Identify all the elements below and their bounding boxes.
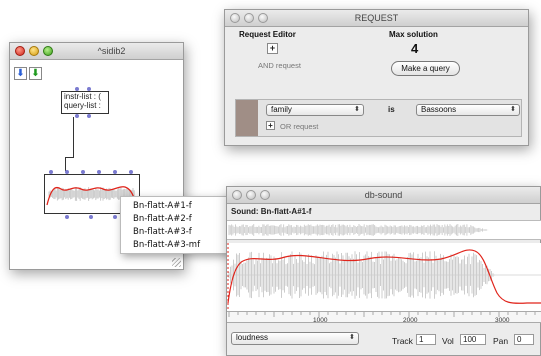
ruler-tick-label: 1000 bbox=[313, 317, 328, 324]
field-select-value: family bbox=[271, 105, 292, 114]
max-solution-label: Max solution bbox=[389, 30, 438, 39]
popup-item[interactable]: Bn-flatt-A#3-mf bbox=[133, 239, 231, 252]
make-query-button[interactable]: Make a query bbox=[391, 61, 460, 76]
field-select[interactable]: family ⬍ bbox=[266, 104, 364, 116]
overview-waveform-svg bbox=[228, 224, 489, 236]
value-select[interactable]: Bassoons ⬍ bbox=[416, 104, 520, 116]
connection-line bbox=[73, 117, 74, 157]
add-and-request-button[interactable]: + bbox=[267, 43, 278, 54]
box-line: instr-list : ( bbox=[64, 92, 101, 101]
operator-label: is bbox=[388, 105, 395, 114]
connection-line bbox=[65, 157, 74, 158]
window-title: REQUEST bbox=[354, 13, 399, 23]
sound-list-popup: Bn-flatt-A#1-f Bn-flatt-A#2-f Bn-flatt-A… bbox=[120, 196, 232, 254]
ruler-tick-label: 2000 bbox=[403, 317, 418, 324]
max-solution-value[interactable]: 4 bbox=[411, 41, 418, 56]
sound-name-label: Sound: Bn-flatt-A#1-f bbox=[231, 207, 312, 216]
vol-field[interactable]: 100 bbox=[460, 334, 486, 345]
outlet[interactable] bbox=[65, 215, 69, 219]
pan-field[interactable]: 0 bbox=[514, 334, 534, 345]
window-title: ^sidib2 bbox=[97, 46, 126, 56]
outlet[interactable] bbox=[89, 215, 93, 219]
overview-samples bbox=[228, 224, 489, 236]
popup-item[interactable]: Bn-flatt-A#2-f bbox=[133, 213, 231, 226]
and-request-label: AND request bbox=[258, 61, 301, 70]
db-sound-titlebar: db-sound bbox=[227, 187, 540, 204]
ruler-tick-label: 3000 bbox=[495, 317, 510, 324]
request-box[interactable]: instr-list : ( query-list : bbox=[61, 91, 109, 114]
connection-line bbox=[65, 157, 66, 171]
chevron-updown-icon: ⬍ bbox=[349, 334, 355, 341]
chevron-updown-icon: ⬍ bbox=[354, 106, 360, 113]
window-title: db-sound bbox=[364, 190, 403, 200]
or-request-label: OR request bbox=[280, 122, 319, 131]
main-waveform[interactable] bbox=[227, 243, 541, 311]
db-sound-window: db-sound Sound: Bn-flatt-A#1-f 1000 2000… bbox=[226, 186, 541, 356]
outlet[interactable] bbox=[87, 114, 91, 118]
plus-icon: + bbox=[268, 121, 273, 130]
descriptor-select-value: loudness bbox=[236, 333, 269, 342]
outlet[interactable] bbox=[113, 215, 117, 219]
patch-titlebar: ^sidib2 bbox=[10, 43, 183, 60]
plus-icon: + bbox=[269, 43, 276, 53]
resize-grip[interactable] bbox=[172, 258, 181, 267]
or-request-panel: family ⬍ is Bassoons ⬍ + OR request bbox=[235, 99, 522, 137]
overview-waveform[interactable] bbox=[227, 220, 541, 240]
request-titlebar: REQUEST bbox=[225, 10, 528, 27]
track-label: Track bbox=[392, 336, 413, 346]
descriptor-select[interactable]: loudness ⬍ bbox=[231, 332, 359, 345]
request-window: REQUEST Request Editor + AND request Max… bbox=[224, 9, 529, 146]
chevron-updown-icon: ⬍ bbox=[510, 106, 516, 113]
box-line: query-list : bbox=[64, 101, 101, 110]
request-color-swatch bbox=[236, 100, 258, 136]
arrow-down-blue-button[interactable]: ⬇ bbox=[14, 67, 27, 80]
arrow-down-green-button[interactable]: ⬇ bbox=[29, 67, 42, 80]
arrow-down-icon: ⬇ bbox=[31, 68, 40, 79]
main-waveform-svg bbox=[227, 243, 541, 311]
arrow-down-icon: ⬇ bbox=[16, 68, 25, 79]
close-button[interactable] bbox=[15, 46, 25, 56]
value-select-value: Bassoons bbox=[421, 105, 457, 114]
request-editor-label: Request Editor bbox=[239, 30, 296, 39]
minimize-button[interactable] bbox=[29, 46, 39, 56]
time-ruler: 1000 2000 3000 bbox=[227, 311, 541, 324]
add-or-request-button[interactable]: + bbox=[266, 121, 275, 130]
ruler-ticks-svg: 1000 2000 3000 bbox=[228, 312, 536, 324]
vol-label: Vol bbox=[442, 336, 454, 346]
popup-item[interactable]: Bn-flatt-A#1-f bbox=[133, 200, 231, 213]
pan-label: Pan bbox=[493, 336, 509, 346]
outlet[interactable] bbox=[75, 114, 79, 118]
track-field[interactable]: 1 bbox=[416, 334, 436, 345]
popup-item[interactable]: Bn-flatt-A#3-f bbox=[133, 226, 231, 239]
